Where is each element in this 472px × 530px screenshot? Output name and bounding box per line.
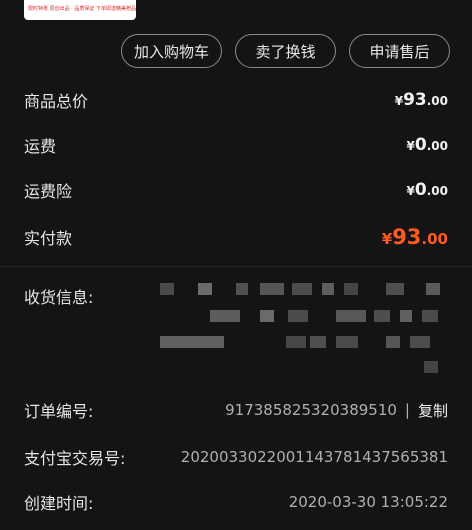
currency-symbol: ¥ <box>406 139 415 153</box>
add-to-cart-button[interactable]: 加入购物车 <box>121 34 222 68</box>
address-redacted <box>160 283 450 375</box>
paid-label: 实付款 <box>24 229 73 248</box>
price-integer: 0 <box>414 135 427 155</box>
created-time-row: 创建时间: 2020-03-30 13:05:22 <box>24 490 448 514</box>
price-integer: 93 <box>403 90 427 110</box>
price-integer: 93 <box>392 225 422 249</box>
created-time-value: 2020-03-30 13:05:22 <box>288 493 448 511</box>
alipay-trade-value: 2020033022001143781437565381 <box>180 448 448 466</box>
price-decimal: .00 <box>426 139 448 153</box>
section-divider <box>0 266 472 267</box>
copy-separator: | <box>404 401 410 419</box>
shipping-insurance-value: ¥0.00 <box>407 180 448 200</box>
created-time-label: 创建时间: <box>24 494 94 513</box>
paid-row: 实付款 ¥93.00 <box>24 222 448 252</box>
price-decimal: .00 <box>421 230 448 248</box>
goods-total-label: 商品总价 <box>24 92 89 111</box>
order-number-group: 917385825320389510 | 复制 <box>225 400 448 421</box>
alipay-trade-row: 支付宝交易号: 2020033022001143781437565381 <box>24 445 448 469</box>
order-number-row: 订单编号: 917385825320389510 | 复制 <box>24 398 448 422</box>
currency-symbol: ¥ <box>394 94 404 108</box>
alipay-trade-label: 支付宝交易号: <box>24 449 126 468</box>
goods-total-row: 商品总价 ¥93.00 <box>24 85 448 115</box>
copy-order-number-button[interactable]: 复制 <box>418 400 448 421</box>
product-thumbnail[interactable]: 限时特惠 原创出品 · 品质保证 下单即送精美赠品 <box>24 0 136 20</box>
price-integer: 0 <box>414 180 427 200</box>
paid-value: ¥93.00 <box>382 225 448 249</box>
order-number-value: 917385825320389510 <box>225 401 397 419</box>
shipping-insurance-label: 运费险 <box>24 182 73 201</box>
shipping-row: 运费 ¥0.00 <box>24 130 448 160</box>
resell-button[interactable]: 卖了换钱 <box>235 34 336 68</box>
goods-total-value: ¥93.00 <box>395 90 448 110</box>
shipping-value: ¥0.00 <box>407 135 448 155</box>
currency-symbol: ¥ <box>406 184 415 198</box>
after-sales-button[interactable]: 申请售后 <box>349 34 450 68</box>
currency-symbol: ¥ <box>381 230 393 248</box>
shipping-label: 运费 <box>24 137 57 156</box>
price-decimal: .00 <box>426 184 448 198</box>
order-actions: 加入购物车 卖了换钱 申请售后 <box>121 34 450 68</box>
product-thumbnail-text: 限时特惠 原创出品 · 品质保证 下单即送精美赠品 <box>28 6 136 12</box>
address-label: 收货信息: <box>24 288 94 307</box>
shipping-insurance-row: 运费险 ¥0.00 <box>24 175 448 205</box>
price-decimal: .00 <box>426 94 448 108</box>
order-number-label: 订单编号: <box>24 402 94 421</box>
